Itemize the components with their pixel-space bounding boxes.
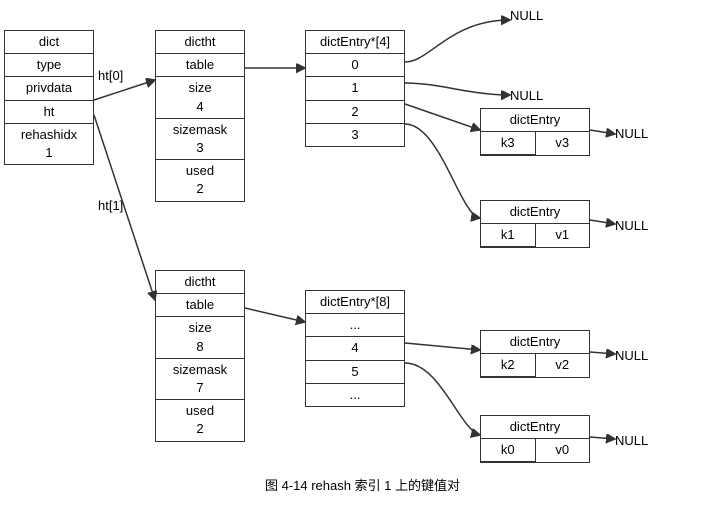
dictht1-box: dictht table size 8 sizemask 7 used 2 xyxy=(155,270,245,442)
dictht0-sizemask: sizemask 3 xyxy=(156,119,244,160)
null-label-k1: NULL xyxy=(615,218,648,233)
entry-k1v1-box: dictEntry k1 v1 xyxy=(480,200,590,248)
entry-k0v0-v: v0 xyxy=(536,439,590,462)
dictht1-size: size 8 xyxy=(156,317,244,358)
entry-k3v3-header: dictEntry xyxy=(481,109,589,132)
dictht0-box: dictht table size 4 sizemask 3 used 2 xyxy=(155,30,245,202)
caption-text: 图 4-14 rehash 索引 1 上的键值对 xyxy=(265,478,460,493)
entry-k1v1-header: dictEntry xyxy=(481,201,589,224)
entry-k1v1-k: k1 xyxy=(481,224,536,247)
entry-array1-5: 5 xyxy=(306,361,404,384)
entry-array1-4: 4 xyxy=(306,337,404,360)
entry-k2v2-v: v2 xyxy=(536,354,590,377)
entry-array0-box: dictEntry*[4] 0 1 2 3 xyxy=(305,30,405,147)
dictht0-size: size 4 xyxy=(156,77,244,118)
null-label-1: NULL xyxy=(510,88,543,103)
entry-k0v0-k: k0 xyxy=(481,439,536,462)
entry-k2v2-box: dictEntry k2 v2 xyxy=(480,330,590,378)
entry-array1-dots2: ... xyxy=(306,384,404,406)
dictht1-sizemask: sizemask 7 xyxy=(156,359,244,400)
entry-array0-0: 0 xyxy=(306,54,404,77)
entry-k3v3-v: v3 xyxy=(536,132,590,155)
entry-array0-2: 2 xyxy=(306,101,404,124)
entry-array1-header: dictEntry*[8] xyxy=(306,291,404,314)
null-label-k2: NULL xyxy=(615,348,648,363)
dict-header: dict xyxy=(5,31,93,54)
dictht1-used: used 2 xyxy=(156,400,244,440)
dictht0-used: used 2 xyxy=(156,160,244,200)
ht0-label: ht[0] xyxy=(98,68,123,83)
entry-k0v0-box: dictEntry k0 v0 xyxy=(480,415,590,463)
entry-array0-1: 1 xyxy=(306,77,404,100)
entry-k0v0-header: dictEntry xyxy=(481,416,589,439)
null-label-k3: NULL xyxy=(615,126,648,141)
dict-type: type xyxy=(5,54,93,77)
entry-array0-header: dictEntry*[4] xyxy=(306,31,404,54)
dict-privdata: privdata xyxy=(5,77,93,100)
dict-ht: ht xyxy=(5,101,93,124)
dictht1-header: dictht xyxy=(156,271,244,294)
entry-k2v2-k: k2 xyxy=(481,354,536,377)
entry-k3v3-box: dictEntry k3 v3 xyxy=(480,108,590,156)
entry-k1v1-v: v1 xyxy=(536,224,590,247)
entry-array1-box: dictEntry*[8] ... 4 5 ... xyxy=(305,290,405,407)
entry-array0-3: 3 xyxy=(306,124,404,146)
dict-rehashidx: rehashidx 1 xyxy=(5,124,93,164)
dict-box: dict type privdata ht rehashidx 1 xyxy=(4,30,94,165)
dictht1-table: table xyxy=(156,294,244,317)
ht1-label: ht[1] xyxy=(98,198,123,213)
dictht0-table: table xyxy=(156,54,244,77)
figure-caption: 图 4-14 rehash 索引 1 上的键值对 xyxy=(0,467,725,498)
diagram: dict type privdata ht rehashidx 1 ht[0] … xyxy=(0,0,725,500)
null-label-k0: NULL xyxy=(615,433,648,448)
entry-array1-dots1: ... xyxy=(306,314,404,337)
entry-k3v3-k: k3 xyxy=(481,132,536,155)
entry-k2v2-header: dictEntry xyxy=(481,331,589,354)
null-label-top: NULL xyxy=(510,8,543,23)
dictht0-header: dictht xyxy=(156,31,244,54)
